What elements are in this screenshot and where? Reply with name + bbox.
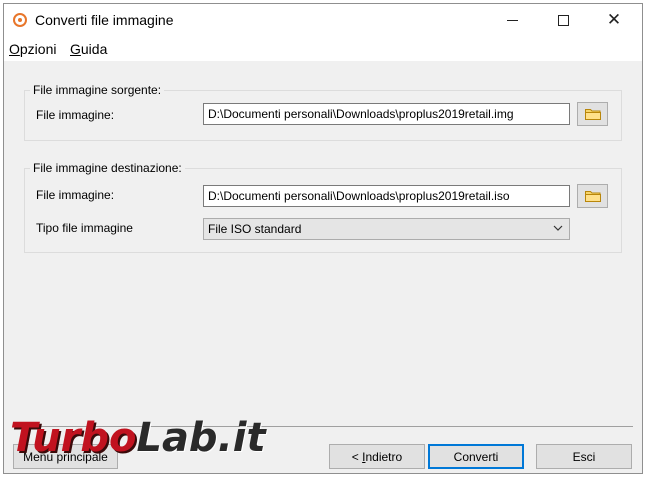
menu-guida-accelerator: G — [70, 41, 81, 57]
chevron-down-icon — [552, 221, 564, 235]
image-type-label: Tipo file immagine — [36, 221, 133, 235]
main-window: Converti file immagine ✕ Opzioni Guida F… — [3, 3, 643, 474]
menu-opzioni-accelerator: O — [9, 41, 20, 57]
minimize-button[interactable] — [489, 4, 535, 37]
back-button-label: ndietro — [365, 449, 403, 464]
destination-group-legend: File immagine destinazione: — [30, 161, 185, 175]
disc-icon — [13, 13, 27, 27]
menu-opzioni-label: pzioni — [19, 41, 57, 57]
maximize-icon — [557, 15, 569, 26]
image-type-value: File ISO standard — [208, 222, 302, 236]
maximize-button[interactable] — [540, 4, 586, 37]
content-area: File immagine sorgente: File immagine: D… — [4, 61, 642, 473]
close-button[interactable]: ✕ — [591, 4, 637, 37]
menu-guida-label: uida — [80, 41, 108, 57]
source-file-input[interactable]: D:\Documenti personali\Downloads\proplus… — [203, 103, 570, 125]
exit-button[interactable]: Esci — [536, 444, 632, 469]
destination-file-input[interactable]: D:\Documenti personali\Downloads\proplus… — [203, 185, 570, 207]
folder-icon — [584, 191, 601, 202]
source-group-legend: File immagine sorgente: — [30, 83, 165, 97]
close-icon: ✕ — [606, 10, 622, 30]
folder-icon — [584, 109, 601, 120]
menu-bar: Opzioni Guida — [4, 37, 642, 61]
main-menu-button[interactable]: Menu principale — [13, 444, 118, 469]
title-bar: Converti file immagine ✕ — [4, 4, 642, 37]
minimize-icon — [506, 20, 518, 21]
window-title: Converti file immagine — [35, 12, 174, 28]
destination-file-label: File immagine: — [36, 188, 115, 202]
source-browse-button[interactable] — [577, 102, 608, 126]
menu-opzioni[interactable]: Opzioni — [9, 41, 56, 57]
back-button-prefix: < — [351, 449, 363, 464]
source-file-label: File immagine: — [36, 108, 115, 122]
back-button[interactable]: < Indietro — [329, 444, 425, 469]
image-type-select[interactable]: File ISO standard — [203, 218, 570, 240]
destination-group: File immagine destinazione: — [24, 161, 622, 253]
footer-divider — [13, 426, 633, 427]
convert-button[interactable]: Converti — [428, 444, 524, 469]
menu-guida[interactable]: Guida — [70, 41, 107, 57]
destination-browse-button[interactable] — [577, 184, 608, 208]
